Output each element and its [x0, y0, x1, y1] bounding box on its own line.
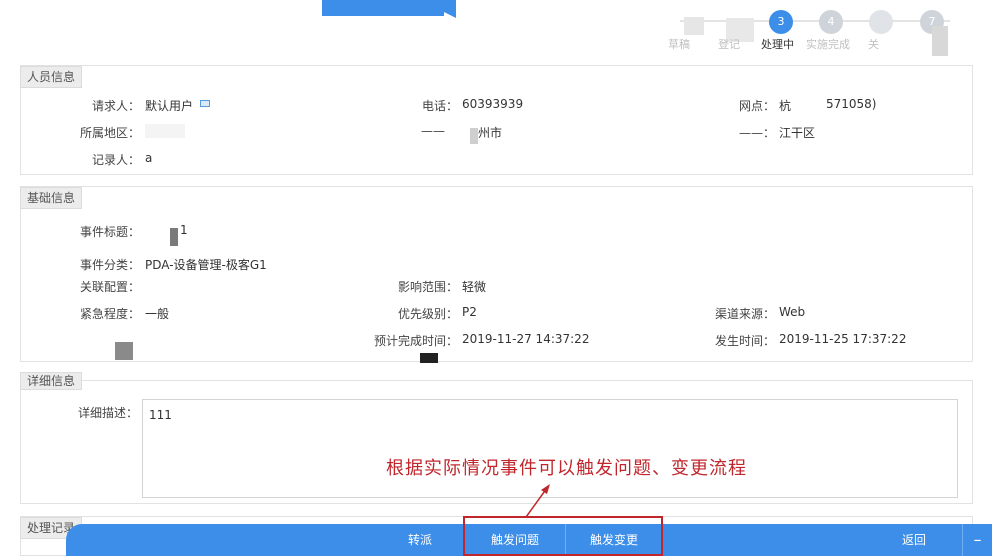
- step-connector: [680, 20, 950, 22]
- city-value: 州市: [478, 126, 503, 140]
- person-info-title: 人员信息: [20, 66, 82, 88]
- impact-label: 影响范围：: [397, 280, 458, 294]
- step-label-draft: 草稿: [668, 38, 690, 51]
- phone-label: 电话：: [421, 99, 458, 113]
- trigger-buttons-highlight: [463, 516, 663, 556]
- redaction-block-2: [420, 353, 438, 363]
- region-label: 所属地区：: [79, 126, 140, 140]
- annotation-text: 根据实际情况事件可以触发问题、变更流程: [386, 458, 747, 479]
- occurred-time-label: 发生时间：: [714, 334, 775, 348]
- event-title-value: 1: [180, 223, 188, 237]
- urgency-value: 一般: [145, 307, 170, 321]
- step-3-circle[interactable]: 3: [769, 10, 793, 34]
- priority-value: P2: [462, 305, 477, 319]
- city-redaction: [470, 128, 478, 144]
- recorder-label: 记录人：: [91, 153, 140, 167]
- step-label-close: 关: [868, 38, 879, 51]
- planned-time-label: 预计完成时间：: [373, 334, 458, 348]
- contact-card-icon[interactable]: [200, 100, 210, 107]
- basic-info-title: 基础信息: [20, 187, 82, 209]
- event-title-label: 事件标题：: [79, 225, 140, 239]
- detail-desc-value: 111: [149, 408, 172, 422]
- step-1-mark: [684, 17, 704, 35]
- impact-value: 轻微: [462, 280, 487, 294]
- person-info-panel: [20, 65, 973, 175]
- requester-value: 默认用户: [145, 99, 194, 113]
- detail-info-title: 详细信息: [20, 372, 82, 390]
- collapse-button[interactable]: –: [963, 524, 992, 556]
- district-label: ——：: [738, 126, 775, 140]
- site-value: 杭: [779, 99, 792, 113]
- back-button[interactable]: 返回: [880, 524, 948, 556]
- phone-value: 60393939: [462, 97, 524, 111]
- step-label-implemented: 实施完成: [806, 38, 850, 51]
- progress-steps: 草稿 登记 3 处理中 4 实施完成 关 7: [660, 8, 960, 58]
- step-label-processing: 处理中: [761, 38, 794, 51]
- priority-label: 优先级别：: [397, 307, 458, 321]
- requester-label: 请求人：: [91, 99, 140, 113]
- occurred-time-value: 2019-11-25 17:37:22: [779, 332, 907, 346]
- planned-time-value: 2019-11-27 14:37:22: [462, 332, 590, 346]
- step-7-mark: [932, 26, 948, 56]
- related-config-label: 关联配置：: [79, 280, 140, 294]
- region-redaction: [145, 124, 185, 138]
- urgency-label: 紧急程度：: [79, 307, 140, 321]
- district-value: 江干区: [779, 126, 816, 140]
- step-4-circle[interactable]: 4: [819, 10, 843, 34]
- step-5-circle[interactable]: [869, 10, 893, 34]
- recorder-value: a: [145, 151, 153, 165]
- channel-value: Web: [779, 305, 806, 319]
- city-label: ——: [421, 124, 445, 138]
- redaction-block: [115, 342, 133, 360]
- dispatch-button[interactable]: 转派: [380, 524, 460, 556]
- site-code: 571058): [826, 97, 877, 111]
- banner-corner: [420, 0, 456, 18]
- event-category-label: 事件分类：: [79, 258, 140, 272]
- detail-desc-label: 详细描述：: [77, 406, 138, 420]
- site-label: 网点：: [738, 99, 775, 113]
- event-title-redaction: [170, 228, 178, 246]
- step-label-register: 登记: [718, 38, 740, 51]
- channel-label: 渠道来源：: [714, 307, 775, 321]
- event-category-value: PDA-设备管理-极客G1: [145, 258, 267, 272]
